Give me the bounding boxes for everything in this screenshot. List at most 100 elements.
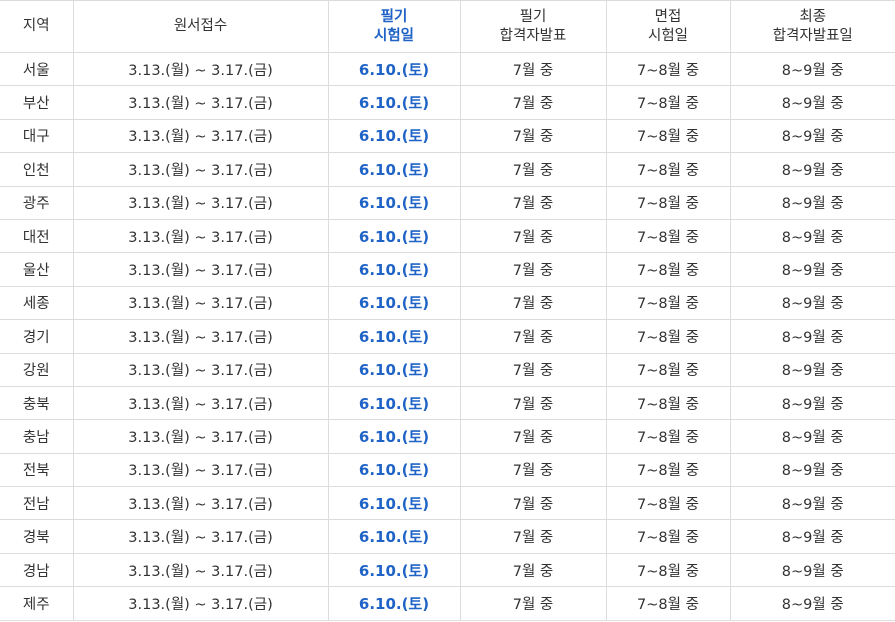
cell-written-exam: 6.10.(토) [327,85,461,120]
cell-written-exam: 6.10.(토) [327,486,461,521]
cell-written-result: 7월 중 [459,218,607,254]
cell-written-exam: 6.10.(토) [327,552,461,588]
cell-written-exam: 6.10.(토) [327,319,461,354]
cell-region: 울산 [0,252,74,287]
cell-written-result: 7월 중 [459,85,607,120]
cell-written-result: 7월 중 [459,319,607,354]
cell-application: 3.13.(월) ~ 3.17.(금) [72,385,329,421]
cell-interview: 7~8월 중 [605,552,731,588]
cell-interview: 7~8월 중 [605,51,731,87]
cell-interview: 7~8월 중 [605,218,731,254]
cell-written-result: 7월 중 [459,452,607,488]
table-row: 경남 3.13.(월) ~ 3.17.(금) 6.10.(토) 7월 중 7~8월 중8… [0,552,895,588]
cell-written-result: 7월 중 [459,252,607,287]
header-final-result-line1: 최종 [799,8,827,25]
header-written-result: 필기 합격자발표 [459,0,607,53]
cell-interview: 7~8월 중 [605,85,731,120]
cell-region: 부산 [0,85,74,120]
cell-region: 서울 [0,51,74,87]
table-row: 울산 3.13.(월) ~ 3.17.(금) 6.10.(토) 7월 중 7~8월 중8… [0,252,895,287]
cell-final-result: 8~9월 중 [729,152,895,187]
cell-written-exam: 6.10.(토) [327,185,461,220]
cell-region: 전북 [0,452,74,488]
cell-application: 3.13.(월) ~ 3.17.(금) [72,85,329,120]
cell-written-result: 7월 중 [459,586,607,621]
header-written-exam: 필기 시험일 [327,0,461,53]
cell-interview: 7~8월 중 [605,352,731,387]
cell-application: 3.13.(월) ~ 3.17.(금) [72,319,329,354]
cell-region: 경북 [0,519,74,554]
cell-application: 3.13.(월) ~ 3.17.(금) [72,218,329,254]
cell-region: 대구 [0,118,74,154]
cell-interview: 7~8월 중 [605,152,731,187]
cell-final-result: 8~9월 중 [729,285,895,321]
cell-region: 광주 [0,185,74,220]
cell-application: 3.13.(월) ~ 3.17.(금) [72,519,329,554]
table-row: 충남 3.13.(월) ~ 3.17.(금) 6.10.(토) 7월 중 7~8월 중8… [0,419,895,454]
cell-application: 3.13.(월) ~ 3.17.(금) [72,285,329,321]
cell-final-result: 8~9월 중 [729,252,895,287]
cell-region: 전남 [0,486,74,521]
header-interview-line1: 면접 [654,8,682,25]
cell-written-result: 7월 중 [459,552,607,588]
cell-application: 3.13.(월) ~ 3.17.(금) [72,51,329,87]
cell-written-exam: 6.10.(토) [327,118,461,154]
table-row: 광주 3.13.(월) ~ 3.17.(금) 6.10.(토) 7월 중 7~8월 중8… [0,185,895,220]
cell-application: 3.13.(월) ~ 3.17.(금) [72,352,329,387]
cell-application: 3.13.(월) ~ 3.17.(금) [72,586,329,621]
cell-written-exam: 6.10.(토) [327,452,461,488]
table-row: 경기 3.13.(월) ~ 3.17.(금) 6.10.(토) 7월 중 7~8월 중8… [0,319,895,354]
cell-interview: 7~8월 중 [605,252,731,287]
cell-interview: 7~8월 중 [605,486,731,521]
header-application: 원서접수 [72,0,329,53]
header-region: 지역 [0,0,74,53]
table-row: 강원 3.13.(월) ~ 3.17.(금) 6.10.(토) 7월 중 7~8월 중8… [0,352,895,387]
table-body: 서울 3.13.(월) ~ 3.17.(금) 6.10.(토) 7월 중 7~8월 중8… [0,51,895,621]
cell-final-result: 8~9월 중 [729,519,895,554]
cell-final-result: 8~9월 중 [729,319,895,354]
cell-region: 충북 [0,385,74,421]
cell-final-result: 8~9월 중 [729,352,895,387]
cell-interview: 7~8월 중 [605,319,731,354]
table-row: 전남 3.13.(월) ~ 3.17.(금) 6.10.(토) 7월 중 7~8월 중8… [0,486,895,521]
table-header-row: 지역 원서접수 필기 시험일 필기 합격자발표 면접 시험일 최종 합격자발표일 [0,0,895,53]
cell-written-exam: 6.10.(토) [327,519,461,554]
cell-final-result: 8~9월 중 [729,85,895,120]
cell-written-result: 7월 중 [459,519,607,554]
table-row: 대전 3.13.(월) ~ 3.17.(금) 6.10.(토) 7월 중 7~8월 중8… [0,218,895,254]
table-row: 경북 3.13.(월) ~ 3.17.(금) 6.10.(토) 7월 중 7~8월 중8… [0,519,895,554]
table-row: 부산 3.13.(월) ~ 3.17.(금) 6.10.(토) 7월 중 7~8월 중8… [0,85,895,120]
cell-application: 3.13.(월) ~ 3.17.(금) [72,252,329,287]
header-written-exam-line1: 필기 [380,8,408,25]
cell-final-result: 8~9월 중 [729,586,895,621]
cell-interview: 7~8월 중 [605,586,731,621]
cell-final-result: 8~9월 중 [729,552,895,588]
cell-written-result: 7월 중 [459,385,607,421]
cell-written-exam: 6.10.(토) [327,285,461,321]
header-interview: 면접 시험일 [605,0,731,53]
cell-interview: 7~8월 중 [605,385,731,421]
cell-interview: 7~8월 중 [605,118,731,154]
cell-written-result: 7월 중 [459,419,607,454]
cell-interview: 7~8월 중 [605,419,731,454]
header-final-result: 최종 합격자발표일 [729,0,895,53]
cell-region: 경남 [0,552,74,588]
table-row: 충북 3.13.(월) ~ 3.17.(금) 6.10.(토) 7월 중 7~8월 중8… [0,385,895,421]
table-row: 서울 3.13.(월) ~ 3.17.(금) 6.10.(토) 7월 중 7~8월 중8… [0,51,895,87]
cell-written-exam: 6.10.(토) [327,51,461,87]
cell-written-exam: 6.10.(토) [327,419,461,454]
table-row: 제주 3.13.(월) ~ 3.17.(금) 6.10.(토) 7월 중 7~8월 중8… [0,586,895,621]
exam-schedule-table: 지역 원서접수 필기 시험일 필기 합격자발표 면접 시험일 최종 합격자발표일… [0,0,895,621]
table-row: 세종 3.13.(월) ~ 3.17.(금) 6.10.(토) 7월 중 7~8월 중8… [0,285,895,321]
header-final-result-line2: 합격자발표일 [772,27,853,44]
cell-application: 3.13.(월) ~ 3.17.(금) [72,552,329,588]
header-written-result-line1: 필기 [519,8,547,25]
cell-final-result: 8~9월 중 [729,486,895,521]
header-written-exam-line2: 시험일 [373,27,415,44]
cell-interview: 7~8월 중 [605,519,731,554]
cell-written-result: 7월 중 [459,285,607,321]
cell-final-result: 8~9월 중 [729,218,895,254]
cell-application: 3.13.(월) ~ 3.17.(금) [72,152,329,187]
cell-written-result: 7월 중 [459,352,607,387]
cell-written-result: 7월 중 [459,185,607,220]
